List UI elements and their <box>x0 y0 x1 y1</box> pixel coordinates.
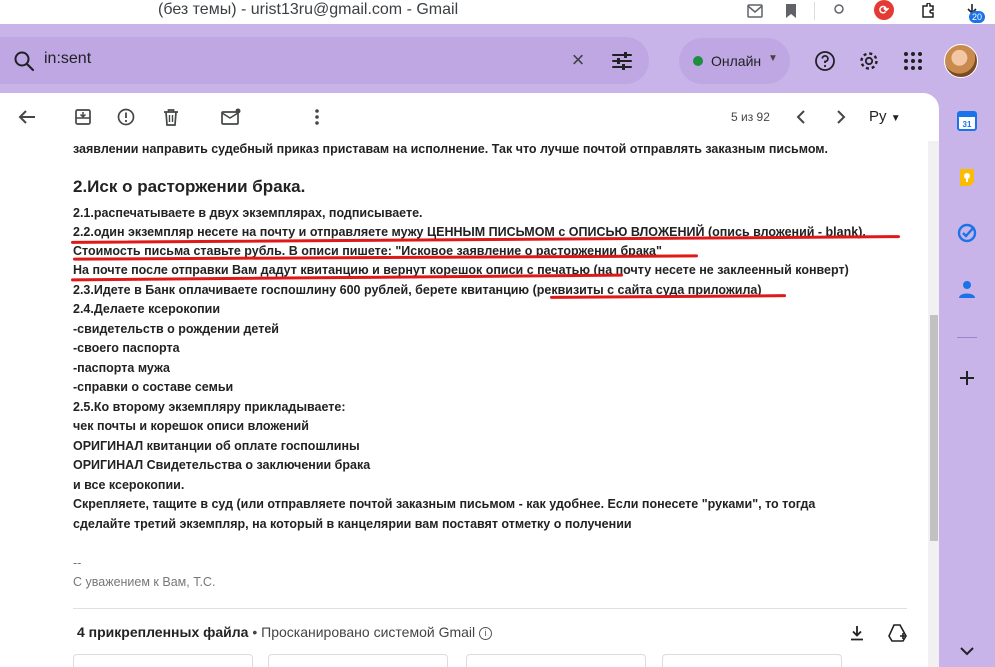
mark-unread-icon[interactable] <box>219 105 243 129</box>
extension-sync-icon[interactable]: ⟳ <box>874 0 894 20</box>
attachment-card[interactable] <box>466 654 646 667</box>
scan-note: • Просканировано системой Gmail <box>248 624 476 640</box>
calendar-icon[interactable]: 31 <box>955 109 979 133</box>
tasks-icon[interactable] <box>955 221 979 245</box>
input-language-selector[interactable]: Ру ▼ <box>869 108 901 125</box>
window-title: (без темы) - urist13ru@gmail.com - Gmail <box>158 1 459 18</box>
message-line: чек почты и корешок описи вложений <box>73 419 309 433</box>
attachment-card[interactable] <box>268 654 448 667</box>
message-line: и все ксерокопии. <box>73 478 185 492</box>
search-options-icon[interactable] <box>610 49 634 73</box>
language-label: Ру <box>869 108 887 125</box>
add-addon-plus-icon[interactable] <box>955 366 979 390</box>
attachment-card[interactable] <box>662 654 842 667</box>
section-heading: 2.Иск о расторжении брака. <box>73 177 306 196</box>
account-avatar[interactable] <box>944 44 978 78</box>
side-panel: 31 <box>947 93 995 667</box>
attachments-header: 4 прикрепленных файла • Просканировано с… <box>77 624 493 640</box>
apps-grid-icon[interactable] <box>901 49 925 73</box>
message-toolbar: 5 из 92 Ру ▼ <box>0 93 939 141</box>
extensions-puzzle-icon[interactable] <box>918 1 938 21</box>
attachment-card[interactable] <box>73 654 253 667</box>
chevron-down-icon: ▼ <box>890 113 901 124</box>
message-panel: 5 из 92 Ру ▼ заявлении направить судебны… <box>0 93 939 667</box>
message-line: Скрепляете, тащите в суд (или отправляет… <box>73 497 816 511</box>
status-selector[interactable]: Онлайн ▼ <box>679 38 790 84</box>
message-line: 2.5.Ко второму экземпляру прикладываете: <box>73 400 346 414</box>
message-line: ОРИГИНАЛ квитанции об оплате госпошлины <box>73 439 360 453</box>
profile-icon[interactable] <box>829 1 849 21</box>
toolbar-divider <box>814 2 815 20</box>
help-icon[interactable] <box>813 49 837 73</box>
message-line: ОРИГИНАЛ Свидетельства о заключении брак… <box>73 458 371 472</box>
message-line: сделайте третий экземпляр, на который в … <box>73 517 632 531</box>
scrollbar-thumb[interactable] <box>930 315 938 541</box>
online-indicator <box>693 56 703 66</box>
side-panel-divider <box>957 337 977 338</box>
search-input[interactable]: in:sent <box>44 50 91 68</box>
report-spam-icon[interactable] <box>114 105 138 129</box>
message-line: заявлении направить судебный приказ прис… <box>73 142 829 156</box>
add-to-drive-icon[interactable] <box>886 621 910 645</box>
more-options-icon[interactable] <box>305 105 329 129</box>
older-chevron-right-icon[interactable] <box>829 105 853 129</box>
message-line: 2.1.распечатываете в двух экземплярах, п… <box>73 206 423 220</box>
message-line: -своего паспорта <box>73 341 180 355</box>
delete-trash-icon[interactable] <box>159 105 183 129</box>
keep-icon[interactable] <box>955 165 979 189</box>
archive-icon[interactable] <box>71 105 95 129</box>
bookmark-icon[interactable] <box>781 1 801 21</box>
browser-title-bar: (без темы) - urist13ru@gmail.com - Gmail… <box>0 0 995 24</box>
message-line: 2.4.Делаете ксерокопии <box>73 302 220 316</box>
attachments-count: 4 прикрепленных файла <box>77 624 249 640</box>
info-icon[interactable]: i <box>479 626 493 640</box>
download-all-icon[interactable] <box>845 621 869 645</box>
signature-separator: -- <box>73 556 82 570</box>
signature: С уважением к Вам, Т.С. <box>73 575 216 589</box>
attachments-divider <box>73 608 907 609</box>
mail-icon[interactable] <box>745 1 765 21</box>
back-arrow-icon[interactable] <box>15 105 39 129</box>
contacts-icon[interactable] <box>955 277 979 301</box>
settings-gear-icon[interactable] <box>857 49 881 73</box>
search-bar[interactable]: in:sent × <box>0 37 649 84</box>
download-count-badge: 20 <box>969 11 986 23</box>
status-label: Онлайн <box>711 53 762 69</box>
search-icon[interactable] <box>12 49 36 73</box>
message-line: -свидетельств о рождении детей <box>73 322 279 336</box>
calendar-day-label: 31 <box>963 120 972 129</box>
pager-counter: 5 из 92 <box>731 110 770 124</box>
message-line: -справки о составе семьи <box>73 380 234 394</box>
chevron-down-icon[interactable] <box>955 639 979 663</box>
chevron-down-icon: ▼ <box>768 53 778 64</box>
message-line: -паспорта мужа <box>73 361 170 375</box>
newer-chevron-left-icon[interactable] <box>789 105 813 129</box>
clear-search-icon[interactable]: × <box>566 48 590 72</box>
